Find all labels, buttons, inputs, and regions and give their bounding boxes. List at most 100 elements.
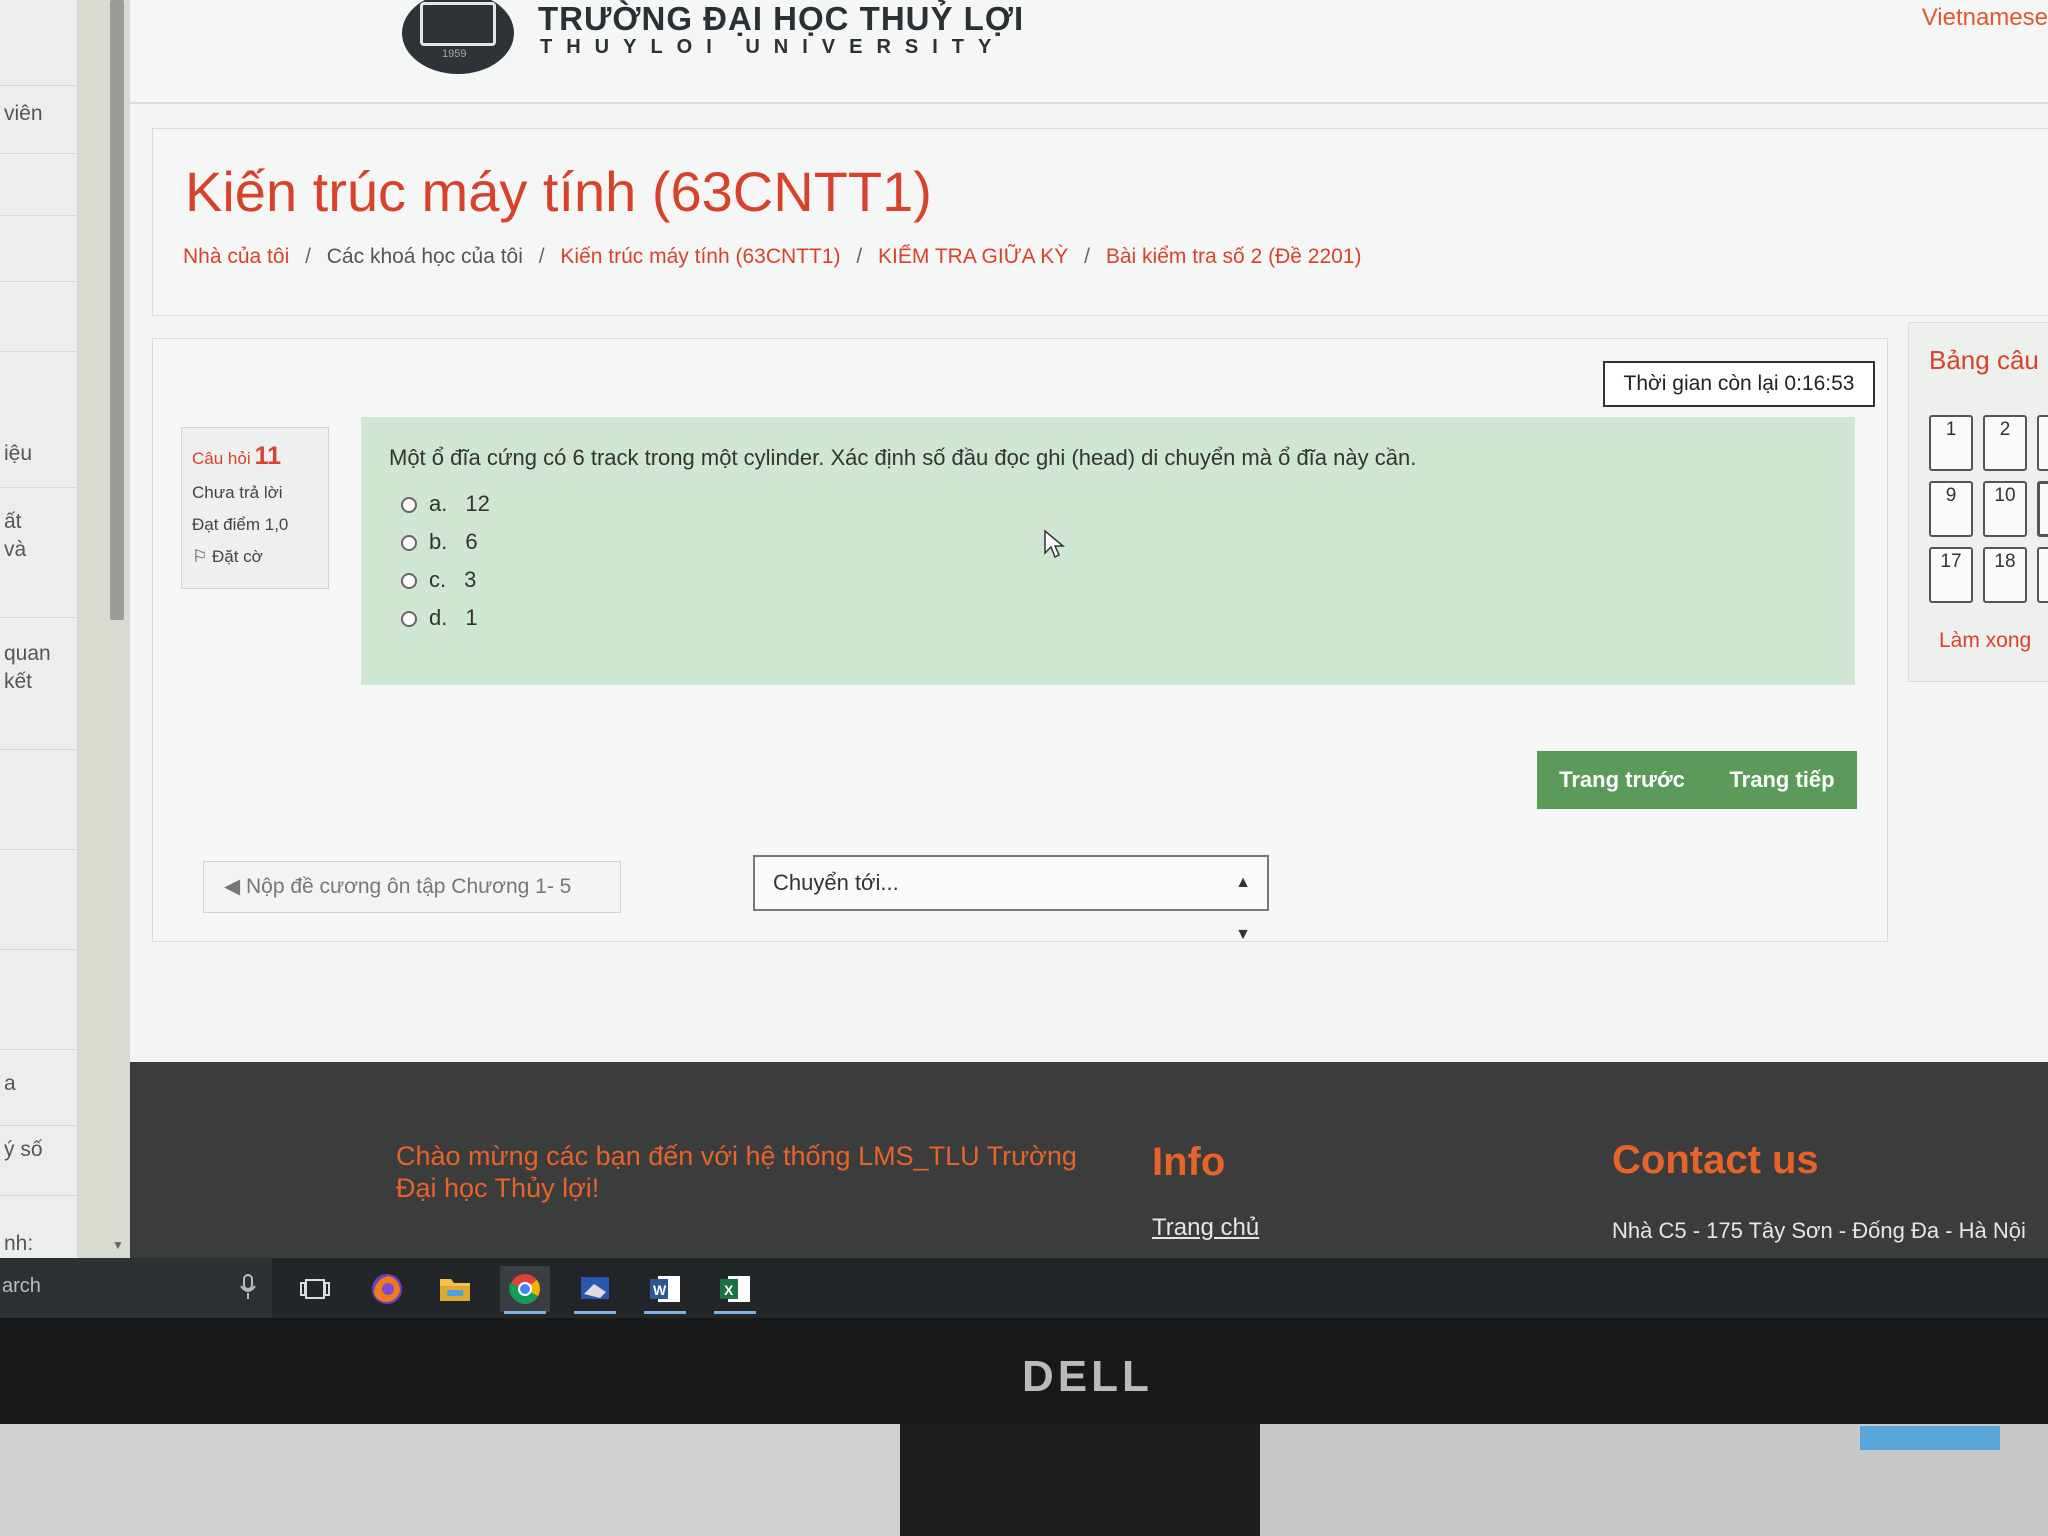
sidebar-item[interactable]: nh: (0, 1230, 78, 1260)
breadcrumb-section[interactable]: KIỂM TRA GIỮA KỲ (878, 245, 1068, 268)
option-value: 3 (464, 567, 477, 592)
sidebar-item[interactable]: ý số (0, 1136, 78, 1196)
question-nav-button[interactable] (2037, 415, 2048, 471)
quiz-navigation-block: Bảng câu 1 2 9 10 17 18 Làm xong (1908, 322, 2048, 682)
question-nav-button[interactable]: 9 (1929, 481, 1973, 537)
site-header: 1959 TRƯỜNG ĐẠI HỌC THUỶ LỢI THUYLOI UNI… (130, 0, 2048, 104)
language-menu[interactable]: Vietnamese (1922, 4, 2048, 32)
sidebar-item[interactable] (0, 760, 78, 850)
breadcrumb-my-courses[interactable]: Các khoá học của tôi (327, 245, 523, 268)
sidebar-item[interactable] (0, 850, 78, 950)
monitor-stand (900, 1424, 1260, 1536)
university-name: TRƯỜNG ĐẠI HỌC THUỶ LỢI (538, 0, 1025, 37)
logo-year: 1959 (442, 48, 467, 60)
sidebar-item[interactable]: viên (0, 100, 78, 154)
question-nav-button[interactable] (2037, 547, 2048, 603)
option-letter: d. (429, 605, 448, 630)
taskbar-search[interactable]: arch (0, 1258, 272, 1318)
sidebar-item[interactable]: quan kết (0, 640, 78, 750)
firefox-icon[interactable] (362, 1266, 412, 1312)
quiz-region: Thời gian còn lại 0:16:53 Câu hỏi 11 Chưa… (152, 338, 1888, 943)
question-label: Câu hỏi (192, 449, 251, 468)
taskbar: arch W X (0, 1258, 2048, 1318)
page-title: Kiến trúc máy tính (63CNTT1) (185, 160, 932, 223)
breadcrumb: Nhà của tôi / Các khoá học của tôi / Kiế… (183, 245, 1361, 269)
sidebar-item[interactable]: a (0, 1070, 78, 1126)
chrome-icon[interactable] (500, 1266, 550, 1314)
radio-button[interactable] (401, 535, 417, 552)
question-marks: Đạt điểm 1,0 (192, 515, 289, 534)
sidebar-item[interactable] (0, 0, 78, 86)
breadcrumb-separator: / (305, 245, 311, 268)
scrollbar-thumb[interactable] (110, 0, 124, 620)
university-logo[interactable]: 1959 (402, 0, 514, 74)
option-value: 1 (465, 605, 478, 630)
question-text: Một ổ đĩa cứng có 6 track trong một cyli… (389, 445, 1417, 470)
option-letter: a. (429, 491, 448, 516)
mouse-cursor-icon (1044, 529, 1066, 559)
app-icon[interactable] (570, 1266, 620, 1314)
page-navigation: Trang trước Trang tiếp (1537, 751, 1857, 809)
breadcrumb-separator: / (856, 245, 863, 268)
footer-info-heading: Info (1152, 1140, 1226, 1184)
jump-to-value: Chuyển tới... (773, 870, 899, 895)
scroll-down-icon[interactable]: ▼ (112, 1238, 124, 1252)
radio-button[interactable] (401, 611, 417, 628)
file-explorer-icon[interactable] (430, 1266, 480, 1312)
question-nav-button[interactable]: 1 (1929, 415, 1973, 471)
answer-option-b[interactable]: b. 6 (401, 527, 478, 557)
breadcrumb-separator: / (1084, 245, 1091, 268)
breadcrumb-home[interactable]: Nhà của tôi (183, 245, 289, 268)
previous-activity-link[interactable]: ◀ Nộp đề cương ôn tập Chương 1- 5 (203, 861, 621, 913)
site-footer: Chào mừng các bạn đến với hệ thống LMS_T… (130, 1062, 2048, 1260)
breadcrumb-quiz[interactable]: Bài kiểm tra số 2 (Đề 2201) (1106, 245, 1362, 268)
sidebar-item[interactable] (0, 950, 78, 1050)
word-icon[interactable]: W (640, 1266, 690, 1314)
answer-option-a[interactable]: a. 12 (401, 489, 490, 519)
answer-option-c[interactable]: c. 3 (401, 565, 476, 595)
sidebar-scrollbar[interactable]: ▼ (78, 0, 130, 1260)
course-header: Kiến trúc máy tính (63CNTT1) Nhà của tôi… (152, 128, 2048, 316)
select-caret-icon: ▲ ▼ (1235, 874, 1251, 943)
svg-text:W: W (653, 1282, 667, 1298)
footer-welcome: Chào mừng các bạn đến với hệ thống LMS_T… (396, 1141, 1077, 1203)
monitor-screen: viên iệu ất và quan kết a ý số nh: ▼ 195… (0, 0, 2048, 1318)
radio-button[interactable] (401, 573, 417, 590)
question-nav-button[interactable] (2037, 481, 2048, 537)
breadcrumb-course[interactable]: Kiến trúc máy tính (63CNTT1) (560, 245, 840, 268)
quiz-timer: Thời gian còn lại 0:16:53 (1603, 361, 1875, 407)
sidebar-item[interactable] (0, 154, 78, 216)
sidebar-item[interactable]: iệu (0, 440, 78, 488)
dell-logo: DELL (1022, 1352, 1153, 1401)
footer-home-link[interactable]: Trang chủ (1152, 1214, 1259, 1242)
desk-surface (0, 1424, 900, 1536)
excel-icon[interactable]: X (710, 1266, 760, 1314)
breadcrumb-separator: / (538, 245, 545, 268)
sidebar-item[interactable]: ất và (0, 508, 78, 618)
answer-option-d[interactable]: d. 1 (401, 603, 478, 633)
question-nav-button[interactable]: 17 (1929, 547, 1973, 603)
question-nav-button[interactable]: 2 (1983, 415, 2027, 471)
sidebar-item[interactable] (0, 282, 78, 352)
finish-attempt-link[interactable]: Làm xong (1939, 629, 2031, 653)
footer-contact-heading: Contact us (1612, 1138, 1819, 1182)
jump-to-select[interactable]: Chuyển tới... ▲ ▼ (753, 855, 1269, 943)
task-view-icon[interactable] (290, 1266, 340, 1312)
question-status: Chưa trả lời (192, 483, 283, 502)
question-nav-button[interactable]: 18 (1983, 547, 2027, 603)
question-nav-button[interactable]: 10 (1983, 481, 2027, 537)
flag-question-link[interactable]: ⚐ Đặt cờ (192, 547, 318, 567)
microphone-icon[interactable] (240, 1274, 256, 1300)
option-letter: c. (429, 567, 447, 592)
question-content: Một ổ đĩa cứng có 6 track trong một cyli… (361, 417, 1855, 685)
previous-page-button[interactable]: Trang trước (1537, 751, 1707, 809)
taskbar-search-text: arch (2, 1275, 41, 1297)
option-value: 6 (465, 529, 478, 554)
sidebar-item[interactable] (0, 216, 78, 282)
footer-address: Nhà C5 - 175 Tây Sơn - Đống Đa - Hà Nội (1612, 1218, 2026, 1243)
next-page-button[interactable]: Trang tiếp (1707, 751, 1857, 809)
logo-building-icon (420, 2, 496, 46)
option-letter: b. (429, 529, 448, 554)
radio-button[interactable] (401, 497, 417, 514)
quiz-navigation-title: Bảng câu (1929, 345, 2039, 375)
